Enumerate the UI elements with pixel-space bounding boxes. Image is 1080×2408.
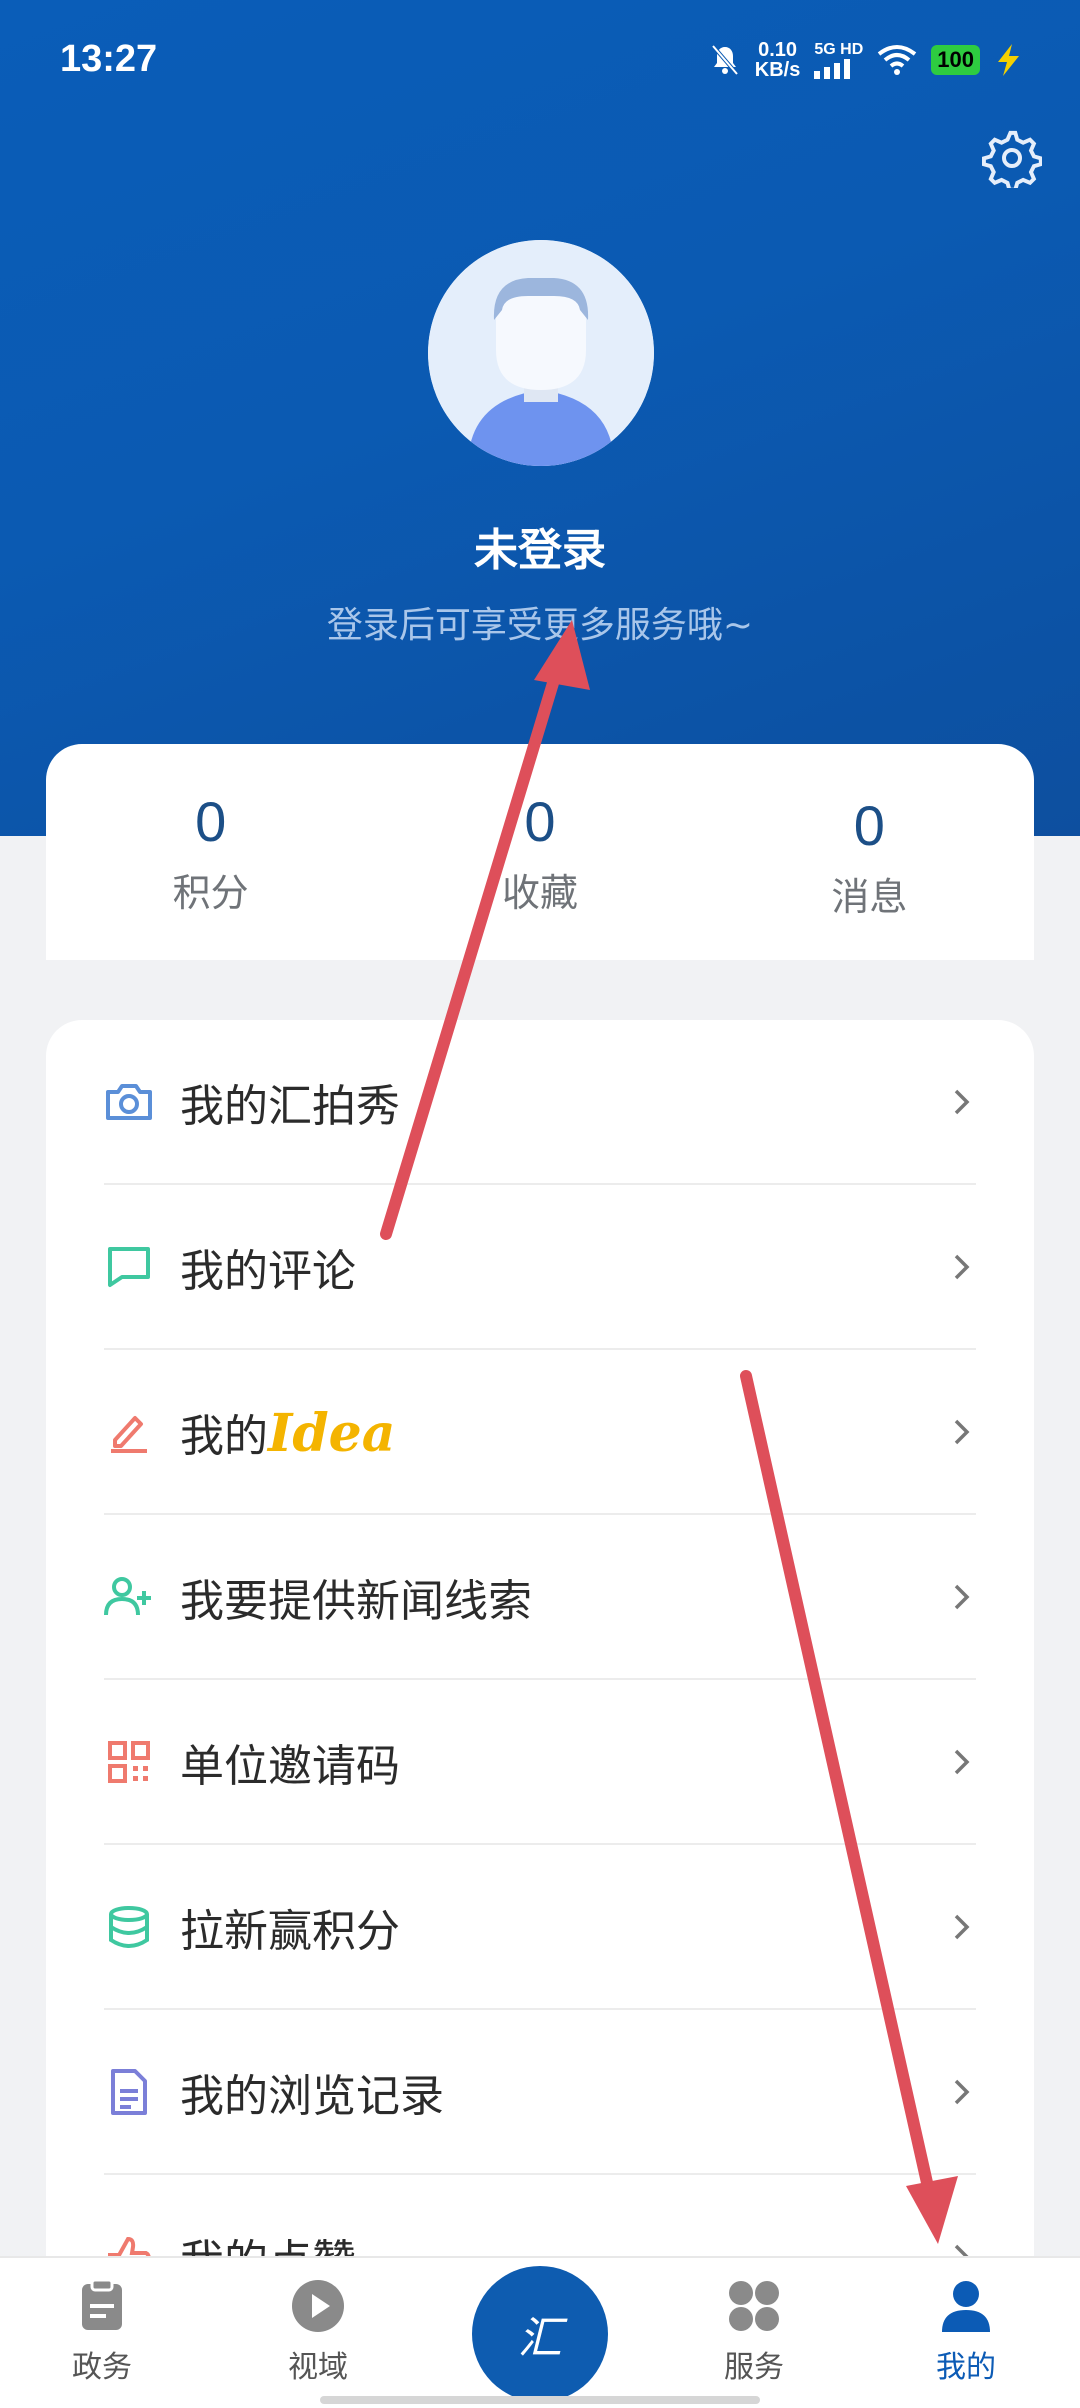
nav-tab-mine[interactable]: 我的 — [896, 2278, 1036, 2386]
menu-list: 我的汇拍秀 我的评论 我的Idea 我要提供新闻线索 单位邀请码 拉新赢积分 我… — [46, 1020, 1034, 2408]
play-icon — [292, 2280, 344, 2332]
chevron-right-icon — [954, 1254, 970, 1279]
stat-favorites-value: 0 — [524, 790, 556, 853]
wifi-icon — [878, 45, 917, 75]
menu-item-referral-points[interactable]: 拉新赢积分 — [104, 1845, 976, 2010]
add-user-icon — [104, 1572, 154, 1622]
stat-messages-value: 0 — [853, 794, 885, 857]
clipboard-icon — [82, 2278, 122, 2330]
chevron-right-icon — [954, 1089, 970, 1114]
menu-item-photo-show[interactable]: 我的汇拍秀 — [104, 1020, 976, 1185]
person-icon — [942, 2281, 990, 2332]
login-status-title[interactable]: 未登录 — [0, 514, 1080, 578]
stat-points-label: 积分 — [172, 871, 249, 915]
database-icon — [104, 1902, 154, 1952]
chevron-right-icon — [954, 1584, 970, 1609]
stat-points[interactable]: 0 积分 — [46, 744, 375, 960]
chevron-right-icon — [954, 1419, 970, 1444]
settings-gear-icon[interactable] — [982, 128, 1042, 188]
chevron-right-icon — [954, 1749, 970, 1774]
status-icons: 0.10 KB/s 5G HD 100 — [709, 40, 1022, 80]
avatar[interactable] — [428, 240, 654, 466]
qr-code-icon — [104, 1737, 154, 1787]
stat-messages[interactable]: 0 消息 — [705, 744, 1034, 960]
stat-messages-label: 消息 — [831, 875, 908, 919]
battery-level: 100 — [931, 45, 980, 75]
stat-points-value: 0 — [195, 790, 227, 853]
camera-icon — [104, 1077, 154, 1127]
chevron-right-icon — [954, 1914, 970, 1939]
network-speed: 0.10 KB/s — [754, 39, 801, 81]
stat-favorites[interactable]: 0 收藏 — [375, 744, 704, 960]
mute-bell-icon — [711, 44, 739, 76]
stats-card: 0 积分 0 收藏 0 消息 — [46, 744, 1034, 960]
brand-logo-text: 汇 — [518, 2313, 562, 2364]
menu-item-comments[interactable]: 我的评论 — [104, 1185, 976, 1350]
menu-item-news-tips[interactable]: 我要提供新闻线索 — [104, 1515, 976, 1680]
menu-item-idea[interactable]: 我的Idea — [104, 1350, 976, 1515]
nav-center-home-logo[interactable]: 汇 — [472, 2266, 608, 2402]
nav-tab-government[interactable]: 政务 — [32, 2278, 172, 2386]
default-user-avatar-icon — [428, 240, 654, 466]
home-indicator — [320, 2396, 760, 2404]
idea-logo-text: Idea — [268, 1402, 396, 1464]
status-bar: 13:27 0.10 KB/s 5G HD 100 — [0, 0, 1080, 120]
signal-bars-icon — [814, 59, 851, 79]
stat-favorites-label: 收藏 — [501, 871, 578, 915]
login-hint-text: 登录后可享受更多服务哦~ — [326, 605, 754, 646]
chevron-right-icon — [954, 2079, 970, 2104]
signal-strength: 5G HD — [814, 41, 863, 79]
charging-bolt-icon — [998, 44, 1019, 76]
nav-tab-services[interactable]: 服务 — [684, 2278, 824, 2386]
pencil-icon — [104, 1407, 154, 1457]
menu-item-invite-code[interactable]: 单位邀请码 — [104, 1680, 976, 1845]
document-icon — [104, 2067, 154, 2117]
nav-tab-video[interactable]: 视域 — [248, 2278, 388, 2386]
bottom-navigation: 政务 视域 汇 服务 我的 — [0, 2256, 1080, 2408]
comment-icon — [104, 1242, 154, 1292]
status-time: 13:27 — [60, 38, 158, 80]
menu-item-browse-history[interactable]: 我的浏览记录 — [104, 2010, 976, 2175]
grid-icon — [729, 2281, 779, 2331]
